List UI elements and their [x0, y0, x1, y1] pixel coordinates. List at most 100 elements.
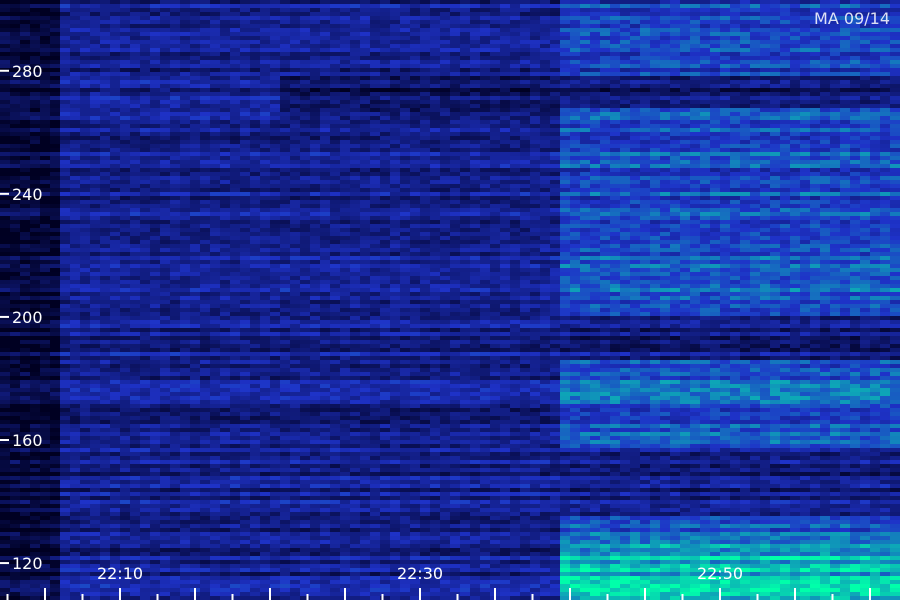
heatmap-cell [490, 160, 501, 165]
heatmap-cell [670, 124, 681, 129]
heatmap-cell [520, 188, 531, 193]
heatmap-cell [50, 156, 61, 161]
heatmap-cell [710, 16, 721, 21]
heatmap-cell [350, 104, 361, 109]
heatmap-cell [700, 168, 711, 173]
heatmap-cell [270, 180, 281, 185]
heatmap-cell [410, 144, 421, 149]
heatmap-cell [130, 32, 141, 37]
heatmap-cell [840, 52, 851, 57]
heatmap-cell [310, 28, 321, 33]
heatmap-cell [590, 128, 601, 133]
heatmap-cell [380, 204, 391, 209]
heatmap-cell [110, 88, 121, 93]
heatmap-cell [430, 176, 441, 181]
heatmap-cell [570, 84, 581, 89]
heatmap-cell [850, 140, 861, 145]
heatmap-cell [40, 136, 51, 141]
heatmap-cell [710, 44, 721, 49]
heatmap-cell [570, 52, 581, 57]
heatmap-cell [50, 168, 61, 173]
heatmap-cell [100, 60, 111, 65]
heatmap-cell [630, 40, 641, 45]
heatmap-cell [40, 172, 51, 177]
heatmap-cell [740, 4, 751, 9]
heatmap-cell [570, 16, 581, 21]
heatmap-cell [750, 56, 761, 61]
heatmap-cell [200, 192, 211, 197]
heatmap-cell [830, 0, 841, 5]
heatmap-cell [540, 20, 551, 25]
heatmap-cell [730, 4, 741, 9]
heatmap-cell [130, 208, 141, 213]
heatmap-cell [520, 44, 531, 49]
heatmap-cell [330, 60, 341, 65]
heatmap-cell [160, 156, 171, 161]
heatmap-cell [230, 32, 241, 37]
heatmap-cell [660, 100, 671, 105]
heatmap-cell [580, 8, 591, 13]
heatmap-cell [720, 40, 731, 45]
heatmap-cell [350, 116, 361, 121]
heatmap-cell [450, 96, 461, 101]
heatmap-cell [40, 124, 51, 129]
heatmap-cell [190, 64, 201, 69]
heatmap-cell [270, 116, 281, 121]
heatmap-cell [0, 12, 11, 17]
heatmap-cell [890, 216, 900, 221]
heatmap-cell [520, 48, 531, 53]
heatmap-cell [180, 152, 191, 157]
heatmap-cell [100, 100, 111, 105]
heatmap-cell [530, 96, 541, 101]
heatmap-cell [630, 68, 641, 73]
heatmap-cell [210, 112, 221, 117]
heatmap-cell [510, 72, 521, 77]
heatmap-cell [230, 0, 241, 5]
heatmap-cell [170, 124, 181, 129]
heatmap-cell [410, 72, 421, 77]
heatmap-cell [130, 180, 141, 185]
heatmap-cell [200, 44, 211, 49]
heatmap-cell [600, 184, 611, 189]
heatmap-cell [710, 140, 721, 145]
heatmap-cell [350, 36, 361, 41]
heatmap-cell [610, 204, 621, 209]
heatmap-cell [0, 4, 11, 9]
heatmap-cell [160, 64, 171, 69]
heatmap-cell [600, 68, 611, 73]
heatmap-cell [260, 148, 271, 153]
heatmap-cell [690, 184, 701, 189]
heatmap-cell [210, 96, 221, 101]
heatmap-cell [500, 216, 511, 221]
heatmap-cell [170, 20, 181, 25]
heatmap-cell [710, 108, 721, 113]
heatmap-cell [410, 108, 421, 113]
heatmap-cell [40, 168, 51, 173]
heatmap-cell [890, 192, 900, 197]
heatmap-cell [500, 36, 511, 41]
heatmap-cell [720, 100, 731, 105]
heatmap-cell [130, 60, 141, 65]
heatmap-cell [60, 184, 71, 189]
heatmap-cell [630, 160, 641, 165]
heatmap-cell [230, 24, 241, 29]
heatmap-cell [220, 8, 231, 13]
heatmap-cell [250, 40, 261, 45]
heatmap-cell [300, 20, 311, 25]
heatmap-cell [430, 204, 441, 209]
heatmap-cell [60, 152, 71, 157]
heatmap-cell [170, 0, 181, 5]
heatmap-cell [470, 64, 481, 69]
heatmap-cell [50, 120, 61, 125]
heatmap-cell [770, 40, 781, 45]
heatmap-cell [610, 4, 621, 9]
heatmap-cell [590, 124, 601, 129]
heatmap-cell [90, 96, 101, 101]
heatmap-cell [540, 192, 551, 197]
heatmap-cell [730, 40, 741, 45]
heatmap-cell [570, 132, 581, 137]
heatmap-cell [210, 60, 221, 65]
heatmap-cell [20, 172, 31, 177]
heatmap-cell [200, 180, 211, 185]
heatmap-cell [720, 0, 731, 5]
